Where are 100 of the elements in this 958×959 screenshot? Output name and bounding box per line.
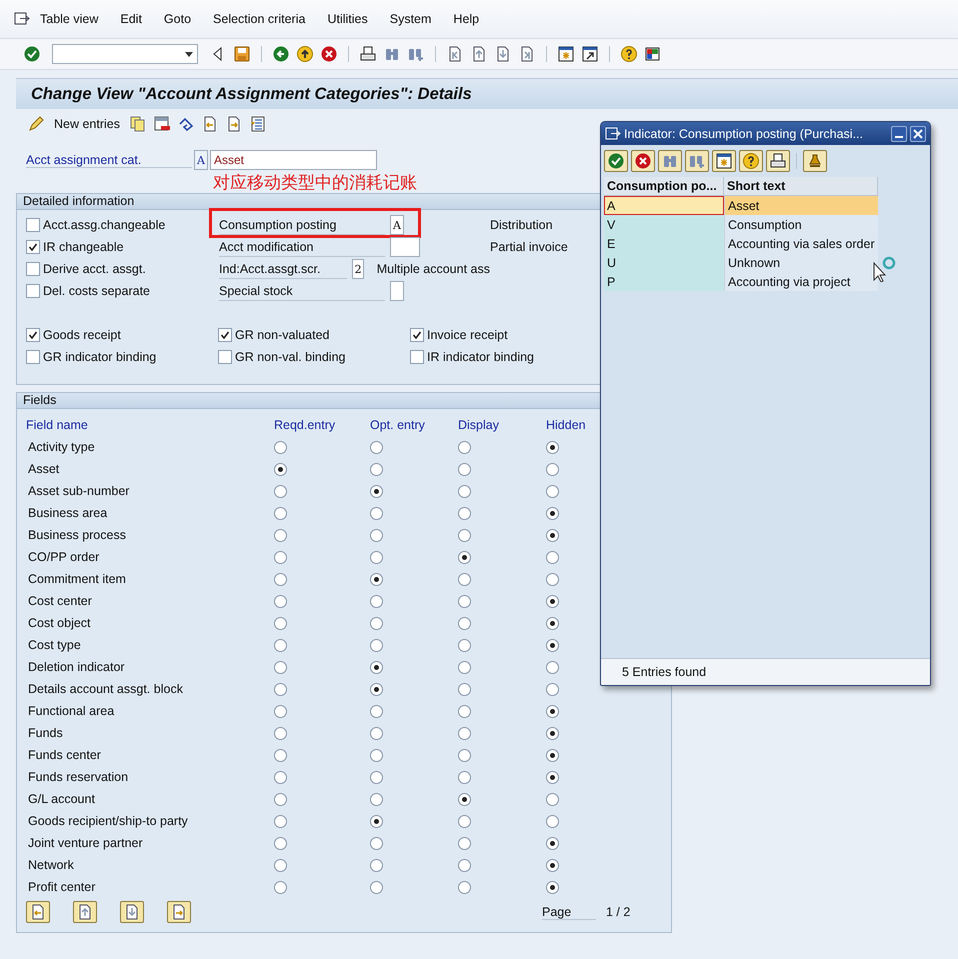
- print-icon[interactable]: [360, 46, 376, 62]
- new-window-icon[interactable]: [716, 153, 732, 169]
- checkbox[interactable]: [410, 328, 424, 342]
- radio-button[interactable]: [458, 528, 471, 542]
- key-field[interactable]: A: [194, 150, 208, 170]
- radio-button[interactable]: [370, 858, 383, 872]
- input-field[interactable]: [390, 237, 420, 257]
- radio-button[interactable]: [370, 440, 383, 454]
- menu-item[interactable]: Table view: [40, 12, 98, 26]
- radio-button[interactable]: [370, 748, 383, 762]
- find-next-icon[interactable]: [408, 46, 424, 62]
- radio-button[interactable]: [274, 814, 287, 828]
- cancel-icon[interactable]: [321, 46, 337, 62]
- list-icon[interactable]: [250, 116, 266, 132]
- radio-button[interactable]: [274, 638, 287, 652]
- checkbox[interactable]: [218, 350, 232, 364]
- find-icon[interactable]: [384, 46, 400, 62]
- radio-button[interactable]: [546, 638, 559, 652]
- dropdown-icon[interactable]: [185, 52, 193, 56]
- radio-button[interactable]: [274, 836, 287, 850]
- radio-button[interactable]: [546, 616, 559, 630]
- radio-button[interactable]: [546, 880, 559, 894]
- radio-button[interactable]: [458, 704, 471, 718]
- help-icon[interactable]: [743, 153, 759, 169]
- radio-button[interactable]: [458, 638, 471, 652]
- next-page-icon[interactable]: [124, 904, 140, 920]
- next-page-icon[interactable]: [495, 46, 511, 62]
- next-entry-icon[interactable]: [171, 904, 187, 920]
- radio-button[interactable]: [458, 506, 471, 520]
- radio-button[interactable]: [546, 660, 559, 674]
- radio-button[interactable]: [458, 484, 471, 498]
- radio-button[interactable]: [274, 550, 287, 564]
- checkbox[interactable]: [218, 328, 232, 342]
- checkbox[interactable]: [26, 240, 40, 254]
- check-icon[interactable]: [24, 46, 40, 62]
- radio-button[interactable]: [458, 748, 471, 762]
- pencil-icon[interactable]: [28, 116, 44, 132]
- radio-button[interactable]: [274, 704, 287, 718]
- radio-button[interactable]: [458, 660, 471, 674]
- back-icon[interactable]: [273, 46, 289, 62]
- radio-button[interactable]: [370, 572, 383, 586]
- input-field[interactable]: [390, 281, 404, 301]
- shortcut-icon[interactable]: [582, 46, 598, 62]
- last-page-icon[interactable]: [519, 46, 535, 62]
- save-icon[interactable]: [234, 46, 250, 62]
- radio-button[interactable]: [546, 792, 559, 806]
- radio-button[interactable]: [274, 726, 287, 740]
- radio-button[interactable]: [546, 572, 559, 586]
- radio-button[interactable]: [458, 440, 471, 454]
- radio-button[interactable]: [546, 836, 559, 850]
- radio-button[interactable]: [546, 814, 559, 828]
- close-icon[interactable]: [913, 128, 923, 138]
- checkbox[interactable]: [26, 328, 40, 342]
- radio-button[interactable]: [370, 880, 383, 894]
- result-row[interactable]: E Accounting via sales order: [604, 234, 878, 253]
- input-field[interactable]: A: [390, 215, 404, 235]
- checkbox[interactable]: [26, 218, 40, 232]
- radio-button[interactable]: [458, 858, 471, 872]
- check-icon[interactable]: [608, 153, 624, 169]
- checkbox[interactable]: [26, 262, 40, 276]
- radio-button[interactable]: [370, 814, 383, 828]
- radio-button[interactable]: [370, 528, 383, 542]
- menu-item[interactable]: Edit: [120, 12, 142, 26]
- radio-button[interactable]: [546, 704, 559, 718]
- radio-button[interactable]: [546, 528, 559, 542]
- radio-button[interactable]: [370, 660, 383, 674]
- previous-page-icon[interactable]: [471, 46, 487, 62]
- radio-button[interactable]: [458, 726, 471, 740]
- radio-button[interactable]: [546, 858, 559, 872]
- radio-button[interactable]: [274, 880, 287, 894]
- result-row[interactable]: U Unknown: [604, 253, 878, 272]
- lamp-icon[interactable]: [807, 153, 823, 169]
- toolbar-button[interactable]: [604, 150, 628, 172]
- radio-button[interactable]: [370, 506, 383, 520]
- radio-button[interactable]: [546, 440, 559, 454]
- command-field[interactable]: [52, 44, 198, 64]
- radio-button[interactable]: [370, 704, 383, 718]
- radio-button[interactable]: [370, 836, 383, 850]
- new-window-icon[interactable]: [558, 46, 574, 62]
- radio-button[interactable]: [546, 748, 559, 762]
- menu-icon[interactable]: [14, 11, 30, 27]
- radio-button[interactable]: [274, 682, 287, 696]
- radio-button[interactable]: [546, 484, 559, 498]
- toolbar-button[interactable]: [712, 150, 736, 172]
- radio-button[interactable]: [274, 440, 287, 454]
- radio-button[interactable]: [370, 550, 383, 564]
- next-entry-icon[interactable]: [226, 116, 242, 132]
- radio-button[interactable]: [458, 550, 471, 564]
- radio-button[interactable]: [274, 616, 287, 630]
- first-page-button[interactable]: [26, 901, 50, 923]
- result-row[interactable]: V Consumption: [604, 215, 878, 234]
- checkbox[interactable]: [26, 350, 40, 364]
- radio-button[interactable]: [370, 484, 383, 498]
- radio-button[interactable]: [546, 550, 559, 564]
- radio-button[interactable]: [370, 638, 383, 652]
- radio-button[interactable]: [458, 462, 471, 476]
- radio-button[interactable]: [546, 506, 559, 520]
- print-icon[interactable]: [770, 153, 786, 169]
- radio-button[interactable]: [546, 594, 559, 608]
- toolbar-button[interactable]: [631, 150, 655, 172]
